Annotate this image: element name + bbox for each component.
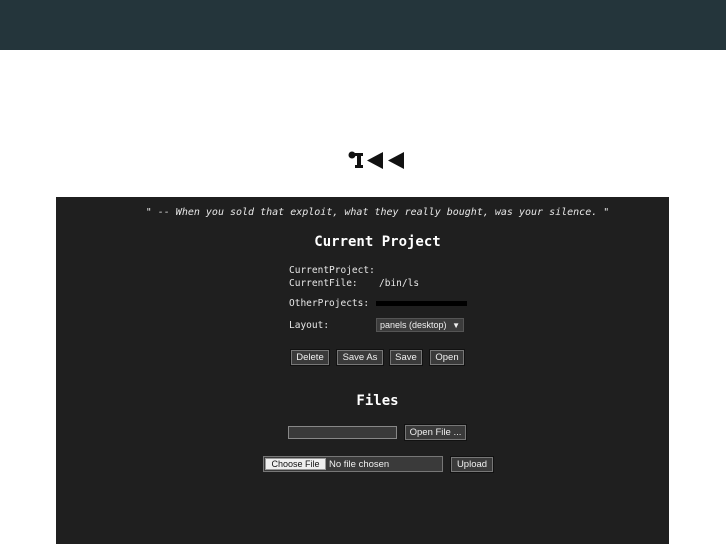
other-projects-list[interactable] <box>376 301 467 306</box>
no-file-chosen-text: No file chosen <box>329 459 390 470</box>
upload-button[interactable]: Upload <box>450 456 494 473</box>
layout-label: Layout: <box>289 320 330 331</box>
other-projects-label: OtherProjects: <box>289 298 370 309</box>
open-file-button[interactable]: Open File ... <box>404 424 467 441</box>
r2-logo-icon <box>348 151 404 169</box>
logo-band <box>56 143 669 197</box>
layout-select-value: panels (desktop) <box>380 320 447 330</box>
choose-file-button[interactable]: Choose File <box>265 458 326 470</box>
quote-text: " -- When you sold that exploit, what th… <box>145 207 610 218</box>
top-navigation-bar <box>0 0 726 50</box>
current-file-label: CurrentFile: <box>289 278 358 289</box>
layout-select[interactable]: panels (desktop) ▼ <box>376 318 464 332</box>
current-project-heading: Current Project <box>314 234 441 250</box>
save-as-button[interactable]: Save As <box>336 349 384 366</box>
open-button[interactable]: Open <box>429 349 465 366</box>
file-path-input[interactable] <box>288 426 397 439</box>
files-heading: Files <box>356 393 399 409</box>
current-project-label: CurrentProject: <box>289 265 375 276</box>
main-panel: " -- When you sold that exploit, what th… <box>56 143 669 544</box>
chevron-down-icon: ▼ <box>452 321 460 330</box>
delete-button[interactable]: Delete <box>290 349 330 366</box>
save-button[interactable]: Save <box>389 349 423 366</box>
current-file-value: /bin/ls <box>379 278 420 289</box>
file-picker[interactable]: Choose File No file chosen <box>263 456 443 472</box>
